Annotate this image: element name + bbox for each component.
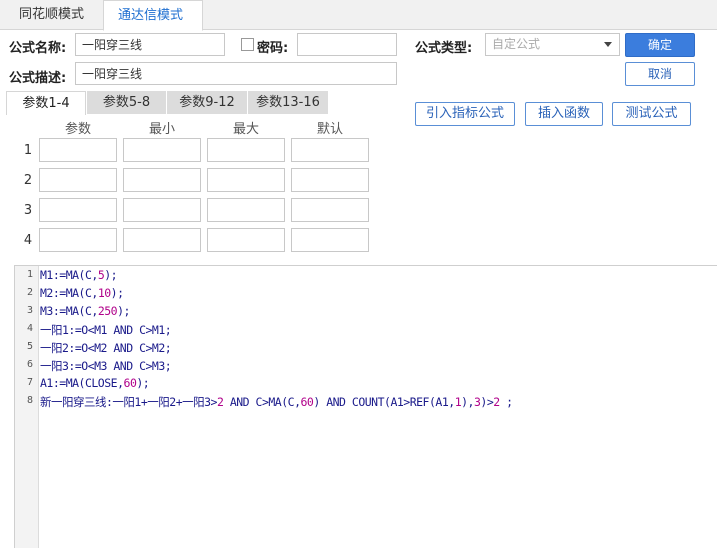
cancel-button[interactable]: 取消: [625, 62, 695, 86]
code-number: 10: [97, 286, 111, 300]
code-token: );: [104, 268, 118, 282]
param-default-input[interactable]: [291, 138, 369, 162]
code-token: M2:=MA(C,: [40, 286, 98, 300]
code-token: )>: [480, 395, 494, 409]
param-default-input[interactable]: [291, 198, 369, 222]
tab-params-13-16[interactable]: 参数13-16: [248, 91, 328, 114]
param-min-input[interactable]: [123, 198, 201, 222]
code-token: AND C>MA(C,: [223, 395, 301, 409]
line-number: 5: [26, 341, 33, 352]
formula-type-label: 公式类型:: [415, 41, 473, 56]
line-number-gutter: 1 2 3 4 5 6 7 8: [15, 266, 39, 548]
tab-tonghuashun-mode[interactable]: 同花顺模式: [5, 0, 103, 30]
code-line: 一阳3:=O<M3 AND C>M3;: [40, 358, 172, 374]
code-token: ;: [499, 395, 513, 409]
code-token: 一阳2:=O<M2 AND C>M2;: [40, 341, 172, 355]
param-min-input[interactable]: [123, 168, 201, 192]
password-checkbox[interactable]: [241, 38, 254, 51]
code-token: );: [110, 286, 124, 300]
code-token: A1:=MA(CLOSE,: [40, 376, 124, 390]
code-number: 60: [300, 395, 314, 409]
code-token: 新一阳穿三线:一阳1+一阳2+一阳3>: [40, 395, 217, 409]
code-line: 一阳2:=O<M2 AND C>M2;: [40, 340, 172, 356]
line-number: 6: [26, 359, 33, 370]
insert-function-button[interactable]: 插入函数: [525, 102, 603, 126]
tab-params-9-12[interactable]: 参数9-12: [167, 91, 247, 114]
param-name-input[interactable]: [39, 168, 117, 192]
mode-tab-bar: 同花顺模式 通达信模式: [0, 0, 717, 31]
line-number: 2: [26, 287, 33, 298]
code-line: M2:=MA(C,10);: [40, 286, 124, 300]
code-line: 新一阳穿三线:一阳1+一阳2+一阳3>2 AND C>MA(C,60) AND …: [40, 394, 513, 410]
param-default-input[interactable]: [291, 168, 369, 192]
column-header-max: 最大: [232, 122, 259, 137]
code-token: M1:=MA(C,: [40, 268, 98, 282]
tab-params-1-4[interactable]: 参数1-4: [6, 91, 86, 115]
tab-params-5-8[interactable]: 参数5-8: [87, 91, 166, 114]
code-token: M3:=MA(C,: [40, 304, 98, 318]
formula-name-input[interactable]: [75, 33, 225, 56]
ok-button[interactable]: 确定: [625, 33, 695, 57]
line-number: 8: [26, 395, 33, 406]
code-token: ),: [461, 395, 474, 409]
code-line: M1:=MA(C,5);: [40, 268, 118, 282]
formula-name-label: 公式名称:: [9, 41, 67, 56]
code-line: 一阳1:=O<M1 AND C>M1;: [40, 322, 172, 338]
code-number: 250: [97, 304, 118, 318]
line-number: 1: [26, 269, 33, 280]
formula-desc-label: 公式描述:: [9, 71, 67, 86]
password-input[interactable]: [297, 33, 397, 56]
param-default-input[interactable]: [291, 228, 369, 252]
param-row-number: 3: [23, 203, 33, 218]
param-name-input[interactable]: [39, 138, 117, 162]
line-number: 7: [26, 377, 33, 388]
column-header-min: 最小: [148, 122, 175, 137]
param-min-input[interactable]: [123, 228, 201, 252]
formula-type-placeholder: 自定公式: [492, 37, 541, 51]
line-number: 4: [26, 323, 33, 334]
param-max-input[interactable]: [207, 198, 285, 222]
formula-code-editor[interactable]: 1 2 3 4 5 6 7 8 M1:=MA(C,5); M2:=MA(C,10…: [14, 265, 717, 548]
param-min-input[interactable]: [123, 138, 201, 162]
code-line: M3:=MA(C,250);: [40, 304, 130, 318]
code-line: A1:=MA(CLOSE,60);: [40, 376, 150, 390]
formula-desc-input[interactable]: [75, 62, 397, 85]
formula-type-select[interactable]: 自定公式: [485, 33, 620, 56]
chevron-down-icon: [604, 42, 612, 47]
line-number: 3: [26, 305, 33, 316]
code-token: 一阳3:=O<M3 AND C>M3;: [40, 359, 172, 373]
import-indicator-button[interactable]: 引入指标公式: [415, 102, 515, 126]
code-token: );: [117, 304, 130, 318]
code-token: ) AND COUNT(A1>REF(A1,: [313, 395, 455, 409]
code-token: );: [136, 376, 150, 390]
column-header-default: 默认: [316, 122, 343, 137]
password-label: 密码:: [257, 41, 289, 56]
test-formula-button[interactable]: 测试公式: [612, 102, 691, 126]
param-row-number: 1: [23, 143, 33, 158]
param-row-number: 4: [23, 233, 33, 248]
param-row-number: 2: [23, 173, 33, 188]
param-max-input[interactable]: [207, 138, 285, 162]
param-name-input[interactable]: [39, 228, 117, 252]
tab-tongdaxin-mode[interactable]: 通达信模式: [103, 0, 203, 31]
code-token: 一阳1:=O<M1 AND C>M1;: [40, 323, 172, 337]
code-number: 60: [123, 376, 137, 390]
param-max-input[interactable]: [207, 228, 285, 252]
param-max-input[interactable]: [207, 168, 285, 192]
column-header-param: 参数: [64, 122, 91, 137]
param-name-input[interactable]: [39, 198, 117, 222]
